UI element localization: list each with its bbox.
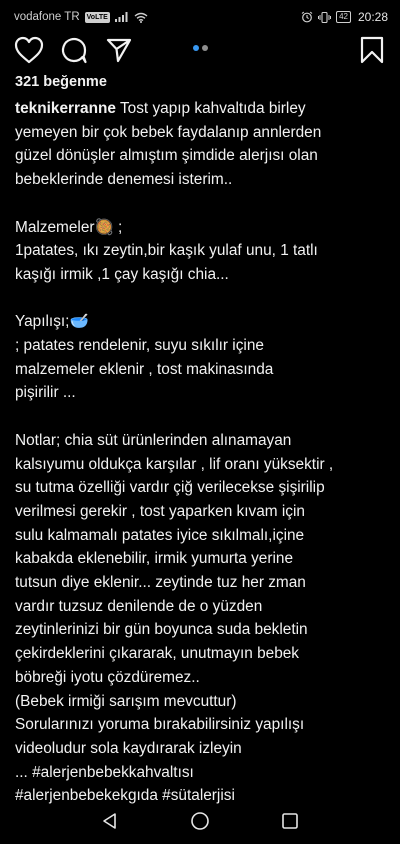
caption-line: 1patates, ıkı zeytin,bir kaşık yulaf unu… [15,242,318,260]
like-count[interactable]: 321 beğenme [15,74,107,90]
caption-line: güzel dönüşler almıştım şimdide alerjısı… [15,147,318,165]
heart-icon[interactable] [14,36,44,64]
caption-text: Tost yapıp kahvaltıda birley [115,100,306,117]
vibrate-icon [318,11,332,23]
caption-line: çekirdeklerini çıkararak, unutmayın bebe… [15,645,300,663]
share-icon[interactable] [105,36,133,64]
caption-line: videoludur sola kaydırarak izleyin [15,739,242,757]
caption-line: malzemeler eklenir , tost makinasında [15,360,274,378]
system-nav-bar [0,798,400,844]
status-bar: vodafone TR VoLTE 42 20:28 [0,0,400,34]
caption-line: (Bebek irmiği sarışım mevcuttur) [15,692,237,710]
caption-line: Notlar; chia süt ürünlerinden alınamayan [15,431,292,449]
caption-line: kalsıyumu oldukça karşılar , lif oranı y… [15,455,334,473]
caption-gap [15,192,393,216]
caption-gap [15,405,393,429]
clock: 20:28 [357,10,388,24]
signal-icon [114,12,128,22]
status-right: 42 20:28 [301,10,388,24]
caption-line: kaşığı irmik ,1 çay kaşığı chia... [15,265,229,283]
status-left: vodafone TR VoLTE [14,11,148,23]
carousel-dot [202,45,208,51]
alarm-icon [301,11,313,23]
battery-level: 42 [336,11,351,23]
caption-first-line: teknikerranne Tost yapıp kahvaltıda birl… [15,97,393,121]
post-caption: teknikerranne Tost yapıp kahvaltıda birl… [15,97,393,808]
caption-line: Yapılışı;🥣 [15,313,89,331]
wifi-icon [134,12,148,23]
carousel-dot-active [193,45,199,51]
caption-line: Sorularınızı yoruma bırakabilirsiniz yap… [15,716,305,734]
post-actions [0,34,400,68]
caption-line: su tutma özelliği vardır çiğ verilecekse… [15,479,325,497]
caption-line: vardır tuzsuz denilende de o yüzden [15,597,263,615]
caption-gap [15,287,393,311]
back-nav-icon[interactable] [100,811,120,831]
caption-line: sulu kalmamalı patates iyice sıkılmalı,i… [15,526,305,544]
caption-line: ... #alerjenbebekkahvaltısı [15,763,194,781]
username[interactable]: teknikerranne [15,100,116,117]
caption-line: Malzemeler🥘 ; [15,218,123,236]
caption-line: ; patates rendelenir, suyu sıkılır içine [15,337,264,354]
carrier-name: vodafone TR [14,11,80,23]
bookmark-icon[interactable] [360,36,384,64]
caption-line: böbreği iyotu çözdüremez.. [15,668,200,686]
caption-line: zeytinlerinizi bir gün boyunca suda bekl… [15,621,308,639]
caption-line: bebeklerinde denemesi isterim.. [15,171,233,189]
caption-line: yemeyen bir çok bebek faydalanıp annlerd… [15,123,322,141]
comment-icon[interactable] [60,36,88,64]
carousel-indicator [193,45,208,51]
home-nav-icon[interactable] [190,811,210,831]
volte-badge: VoLTE [84,11,110,23]
caption-line: verilmesi gerekir , tost yaparken kıvam … [15,502,305,520]
recents-nav-icon[interactable] [280,811,300,831]
caption-line: tutsun diye eklenir... zeytinde tuz her … [15,574,306,592]
caption-line: kabakda eklenebilir, irmik yumurta yerin… [15,550,294,568]
caption-line: pişirilir ... [15,384,76,402]
